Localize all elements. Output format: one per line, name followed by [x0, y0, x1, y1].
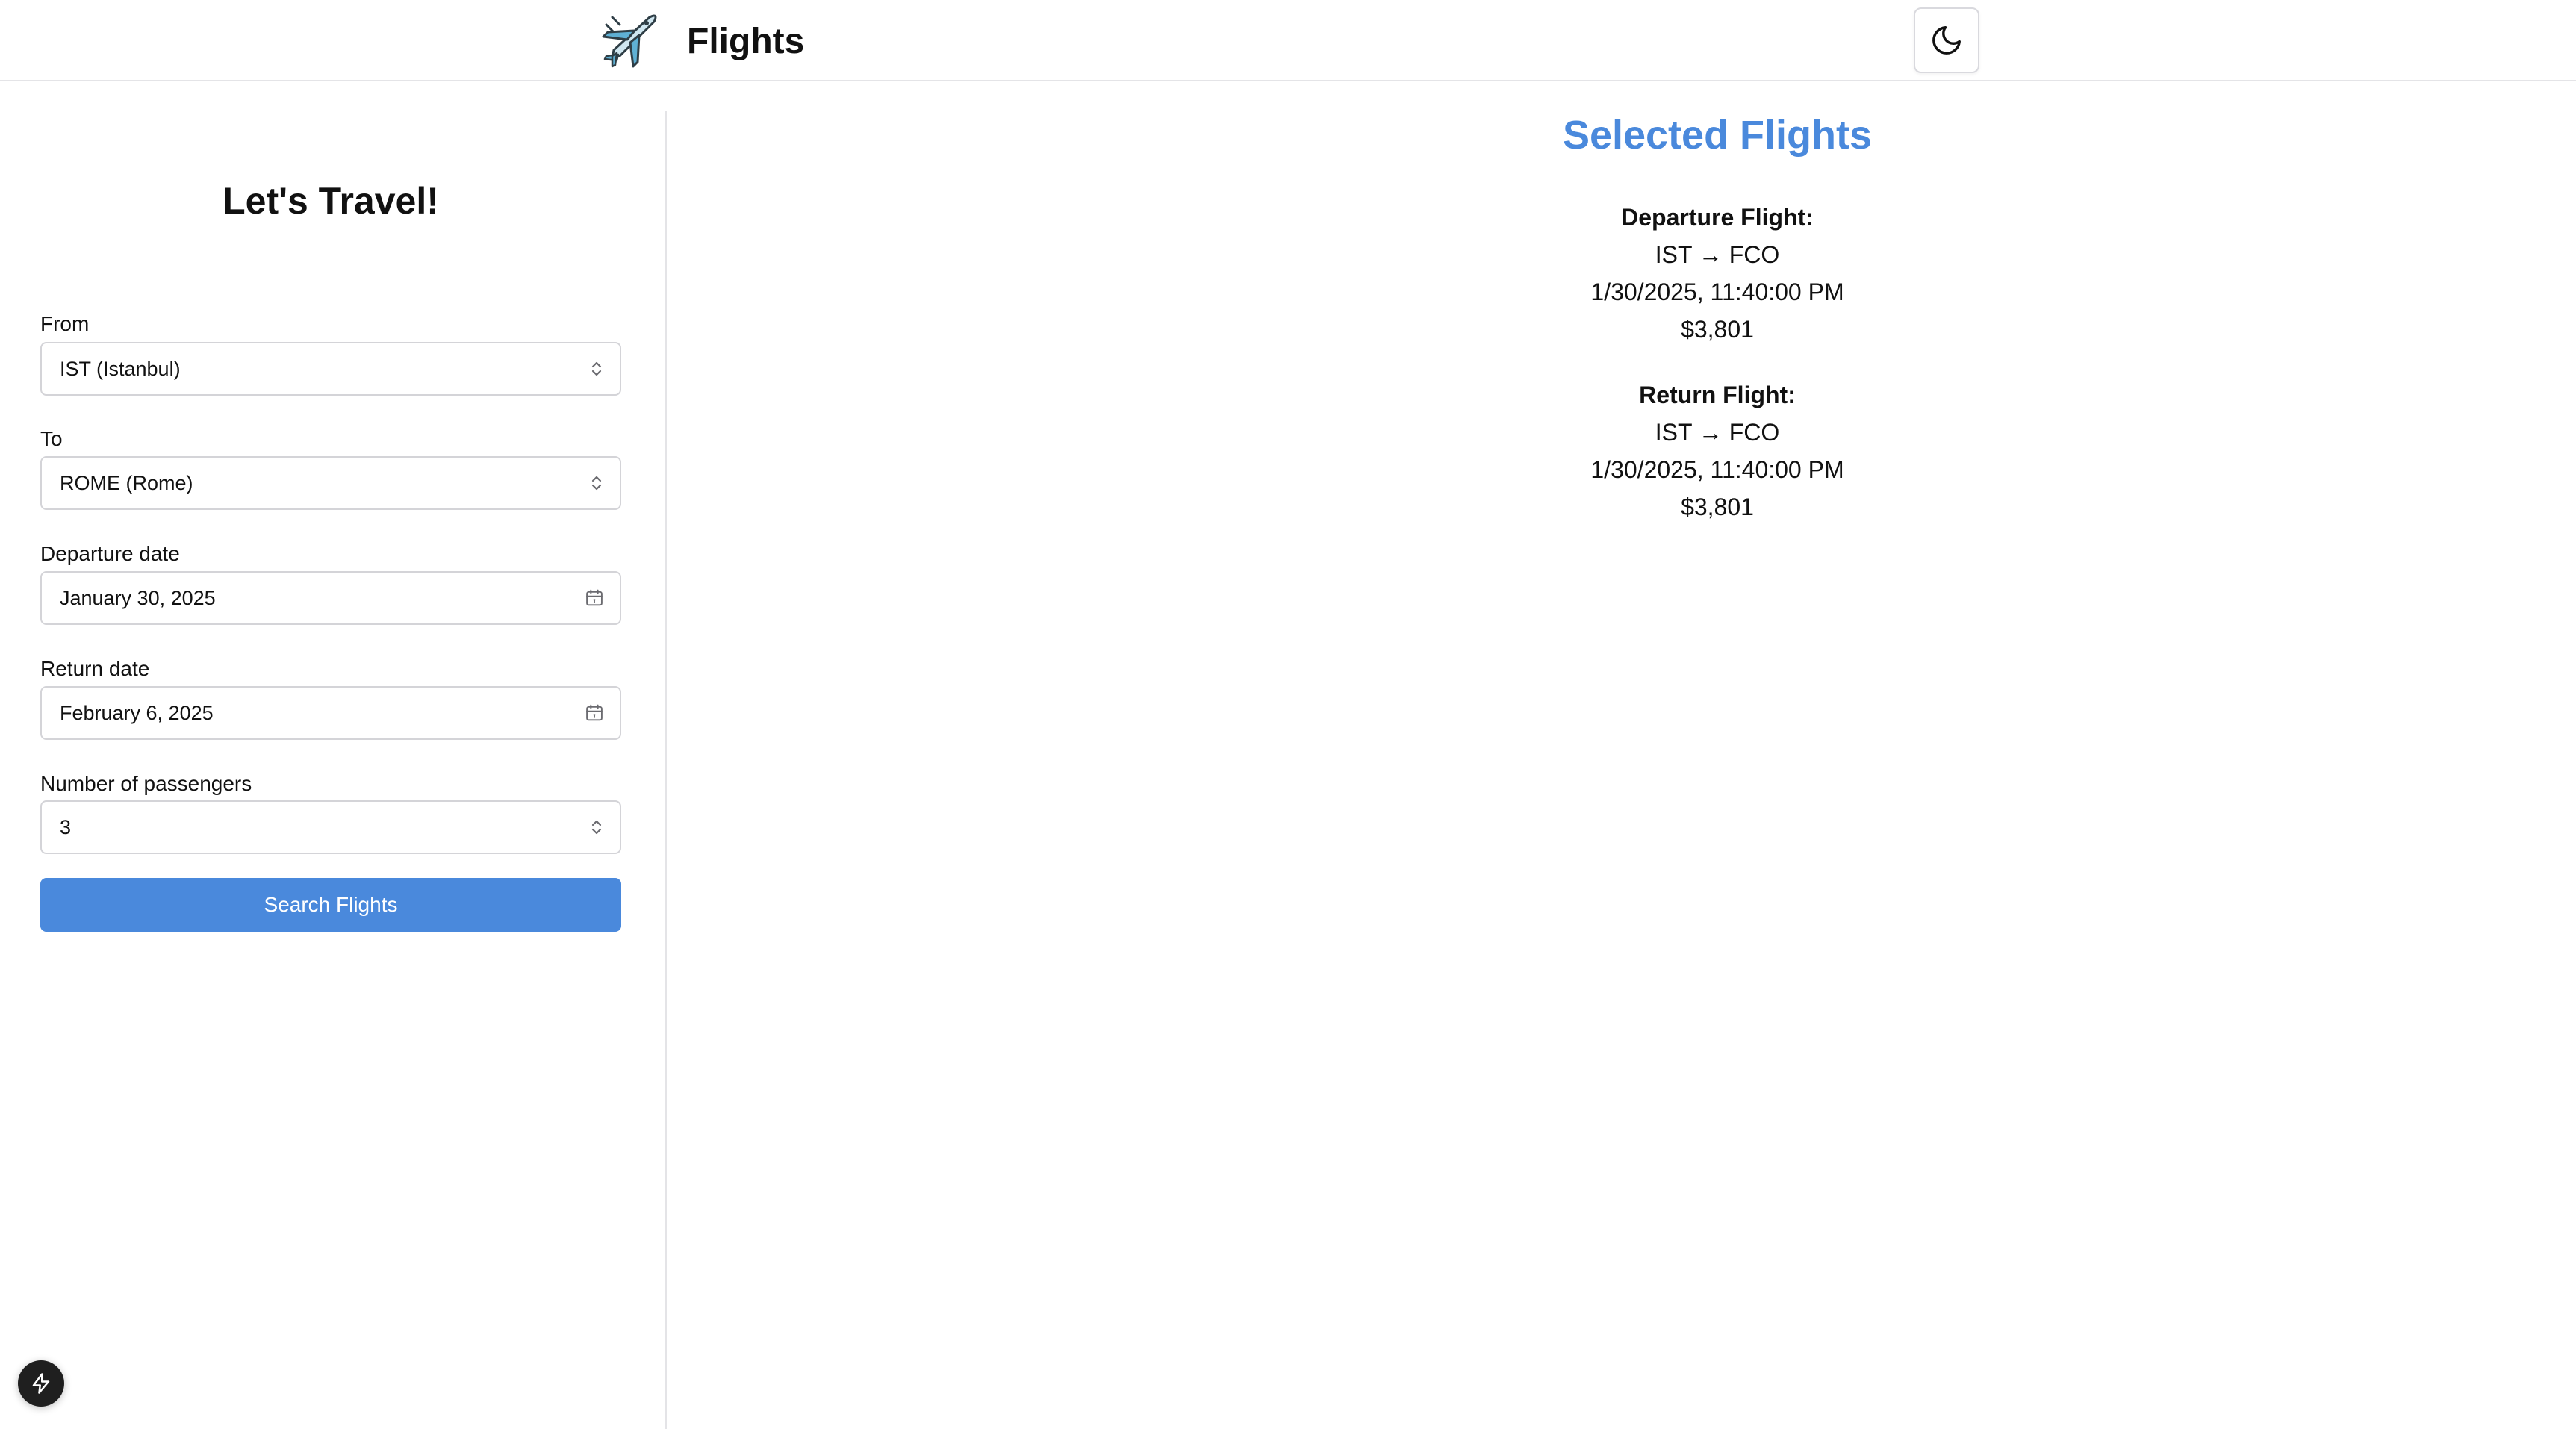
departure-date-field[interactable]: January 30, 2025	[40, 571, 621, 625]
from-value: IST (Istanbul)	[60, 357, 181, 380]
search-sidebar	[0, 83, 667, 1429]
chevron-up-down-icon	[588, 818, 605, 837]
selected-flights-title: Selected Flights	[1562, 113, 1873, 158]
dev-tools-button[interactable]	[18, 1360, 64, 1407]
to-label: To	[40, 427, 63, 450]
departure-date-label: Departure date	[40, 542, 180, 565]
return-flight-card: Return Flight: IST → FCO 1/30/2025, 11:4…	[971, 376, 2464, 526]
departure-flight-route: IST → FCO	[1655, 241, 1780, 268]
to-value: ROME (Rome)	[60, 471, 193, 494]
chevron-up-down-icon	[588, 359, 605, 379]
return-date-field[interactable]: February 6, 2025	[40, 686, 621, 740]
departure-flight-card: Departure Flight: IST → FCO 1/30/2025, 1…	[971, 199, 2464, 348]
passengers-value: 3	[60, 815, 72, 838]
to-select[interactable]: ROME (Rome)	[40, 456, 621, 510]
return-date-label: Return date	[40, 657, 150, 680]
moon-icon	[1929, 23, 1964, 57]
theme-toggle-button[interactable]	[1914, 7, 1979, 73]
form-title: Let's Travel!	[223, 180, 439, 222]
passengers-label: Number of passengers	[40, 772, 252, 795]
calendar-icon[interactable]	[584, 703, 605, 723]
lightning-bolt-icon	[30, 1372, 52, 1395]
from-select[interactable]: IST (Istanbul)	[40, 342, 621, 396]
departure-date-value: January 30, 2025	[60, 586, 216, 609]
airplane-icon	[597, 10, 660, 72]
chevron-up-down-icon	[588, 473, 605, 493]
return-flight-route: IST → FCO	[1655, 419, 1780, 446]
return-date-value: February 6, 2025	[60, 701, 214, 724]
calendar-icon[interactable]	[584, 588, 605, 608]
departure-flight-datetime: 1/30/2025, 11:40:00 PM	[1590, 278, 1844, 305]
top-header: Flights	[0, 0, 2576, 81]
return-flight-datetime: 1/30/2025, 11:40:00 PM	[1590, 456, 1844, 483]
departure-flight-heading: Departure Flight:	[1621, 204, 1814, 231]
return-flight-heading: Return Flight:	[1639, 382, 1796, 408]
divider-gap	[665, 83, 668, 111]
from-label: From	[40, 312, 90, 335]
brand[interactable]: Flights	[597, 6, 804, 76]
return-flight-price: $3,801	[1681, 494, 1754, 520]
passengers-select[interactable]: 3	[40, 800, 621, 854]
search-flights-button[interactable]: Search Flights	[40, 878, 621, 932]
departure-flight-price: $3,801	[1681, 316, 1754, 343]
app-title: Flights	[687, 21, 805, 61]
